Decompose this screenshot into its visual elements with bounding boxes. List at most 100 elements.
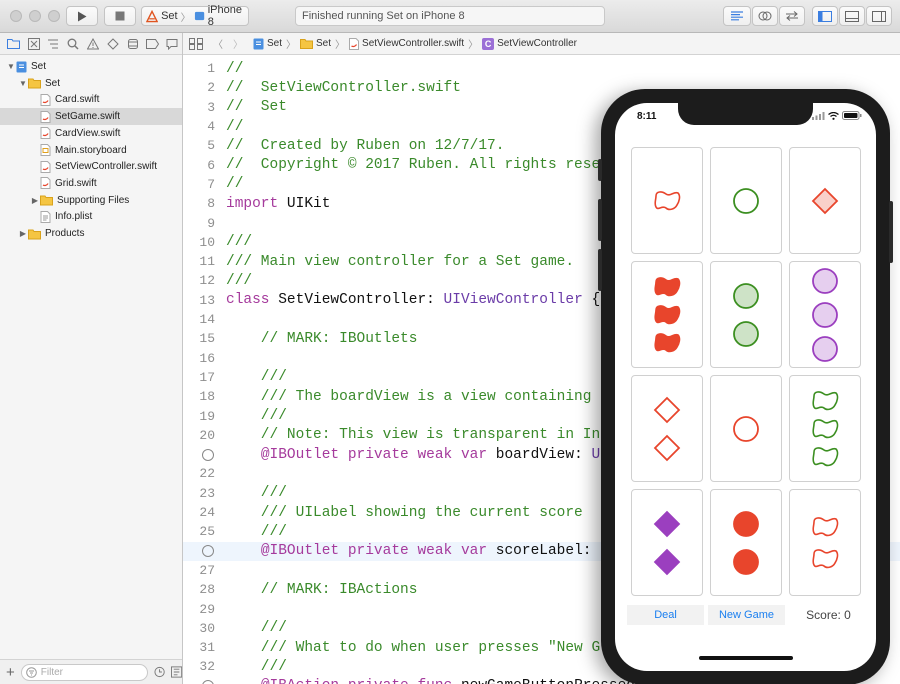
set-card[interactable] [710,261,782,368]
scheme-selector[interactable]: Set 〉 iPhone 8 [141,4,249,28]
code-text: // Created by Ruben on 12/7/17. [215,138,504,154]
navigator-item-label: SetGame.swift [55,111,121,123]
set-card[interactable] [789,147,861,254]
issue-navigator-tab[interactable] [83,34,103,54]
navigator-item-label: Main.storyboard [55,144,127,156]
navigator-item-setgame-swift[interactable]: SetGame.swift [0,108,182,126]
set-card[interactable] [631,375,703,482]
chevron-right-icon: 〉 [335,40,346,51]
navigator-item-supporting-files[interactable]: ▶ Supporting Files [0,192,182,209]
navigator-item-card-swift[interactable]: Card.swift [0,91,182,108]
zoom-window-button[interactable] [48,10,60,22]
test-navigator-tab[interactable] [103,34,123,54]
modified-files-icon[interactable] [170,666,182,678]
source-control-tab[interactable] [24,34,44,54]
outlet-connection-icon[interactable] [183,545,215,558]
spray-icon [127,38,138,49]
line-number: 10 [199,234,215,250]
navigator-item-set[interactable]: ▼ Set [0,58,182,75]
forward-arrow-icon[interactable]: 〉 [233,36,249,51]
swift-file-icon [40,177,51,190]
outlet-connection-icon[interactable] [183,680,215,684]
set-card[interactable] [710,489,782,596]
diamond-symbol [653,510,681,538]
code-text: /// The boardView is a view containing [215,389,592,405]
recent-files-icon[interactable] [154,666,165,678]
folder-icon [40,195,53,206]
navigator-item-label: Card.swift [55,94,100,106]
code-token: // [226,176,244,193]
code-token: SetViewController: [269,292,444,309]
navigator-item-setviewcontroller-swift[interactable]: SetViewController.swift [0,158,182,175]
squiggle-symbol [653,276,681,298]
code-line[interactable]: 1 // [183,59,900,78]
code-text: @IBAction private func newGameButtonPres… [215,678,670,684]
add-icon[interactable]: + [6,664,15,681]
line-number: 7 [207,176,215,192]
related-items-icon[interactable] [189,37,203,50]
project-navigator-tab[interactable] [4,34,24,54]
line-number: 13 [199,292,215,308]
toggle-navigator-button[interactable] [812,6,838,26]
navigator-item-products[interactable]: ▶ Products [0,225,182,242]
crumb-group-label: Set [316,38,332,49]
squiggle-symbol [811,548,839,570]
debug-navigator-tab[interactable] [123,34,143,54]
assistant-editor-button[interactable] [752,6,778,26]
standard-editor-button[interactable] [723,6,751,26]
new-game-button[interactable]: New Game [708,605,785,625]
navigator-item-set[interactable]: ▼ Set [0,75,182,92]
folder-icon [300,39,314,49]
line-number: 9 [207,215,215,231]
run-button[interactable] [66,6,98,26]
crumb-group[interactable]: Set [300,38,331,49]
line-number: 24 [199,505,215,521]
disclosure-closed-icon[interactable]: ▶ [18,229,28,238]
code-token: // Created by Ruben on 12/7/17. [226,137,505,154]
side-button [889,201,893,263]
set-card[interactable] [710,375,782,482]
outlet-connection-icon[interactable] [183,448,215,461]
line-number: 15 [199,331,215,347]
code-text: /// [215,369,287,385]
navigator-item-main-storyboard[interactable]: Main.storyboard [0,142,182,159]
code-token: /// [226,485,287,502]
diamond-symbol [811,187,839,215]
crumb-file[interactable]: SetViewController.swift [349,37,464,50]
set-card[interactable] [710,147,782,254]
home-indicator[interactable] [699,656,793,660]
set-card[interactable] [789,489,861,596]
minimize-window-button[interactable] [29,10,41,22]
disclosure-open-icon[interactable]: ▼ [6,62,16,71]
code-text: /// [215,659,287,675]
code-text: // MARK: IBActions [215,582,418,598]
diamond-icon [107,37,119,50]
set-card[interactable] [789,375,861,482]
set-card[interactable] [631,147,703,254]
set-card[interactable] [631,489,703,596]
squiggle-symbol [811,418,839,440]
deal-button[interactable]: Deal [627,605,704,625]
set-card[interactable] [789,261,861,368]
back-arrow-icon[interactable]: 〈 [207,36,229,51]
set-card[interactable] [631,261,703,368]
disclosure-open-icon[interactable]: ▼ [18,79,28,88]
symbol-navigator-tab[interactable] [44,34,64,54]
crumb-symbol[interactable]: C SetViewController [482,37,577,50]
close-window-button[interactable] [10,10,22,22]
stop-button[interactable] [104,6,136,26]
crumb-project[interactable]: Set [253,38,282,50]
code-token: /// [226,272,253,289]
breakpoint-navigator-tab[interactable] [142,34,162,54]
wifi-icon [828,111,839,120]
navigator-item-info-plist[interactable]: Info.plist [0,208,182,225]
version-editor-button[interactable] [779,6,805,26]
navigator-item-grid-swift[interactable]: Grid.swift [0,175,182,192]
disclosure-closed-icon[interactable]: ▶ [30,196,40,205]
toggle-debug-area-button[interactable] [839,6,865,26]
report-navigator-tab[interactable] [162,34,182,54]
toggle-utilities-button[interactable] [866,6,892,26]
filter-input[interactable]: Filter [20,663,148,681]
find-navigator-tab[interactable] [63,34,83,54]
navigator-item-cardview-swift[interactable]: CardView.swift [0,125,182,142]
